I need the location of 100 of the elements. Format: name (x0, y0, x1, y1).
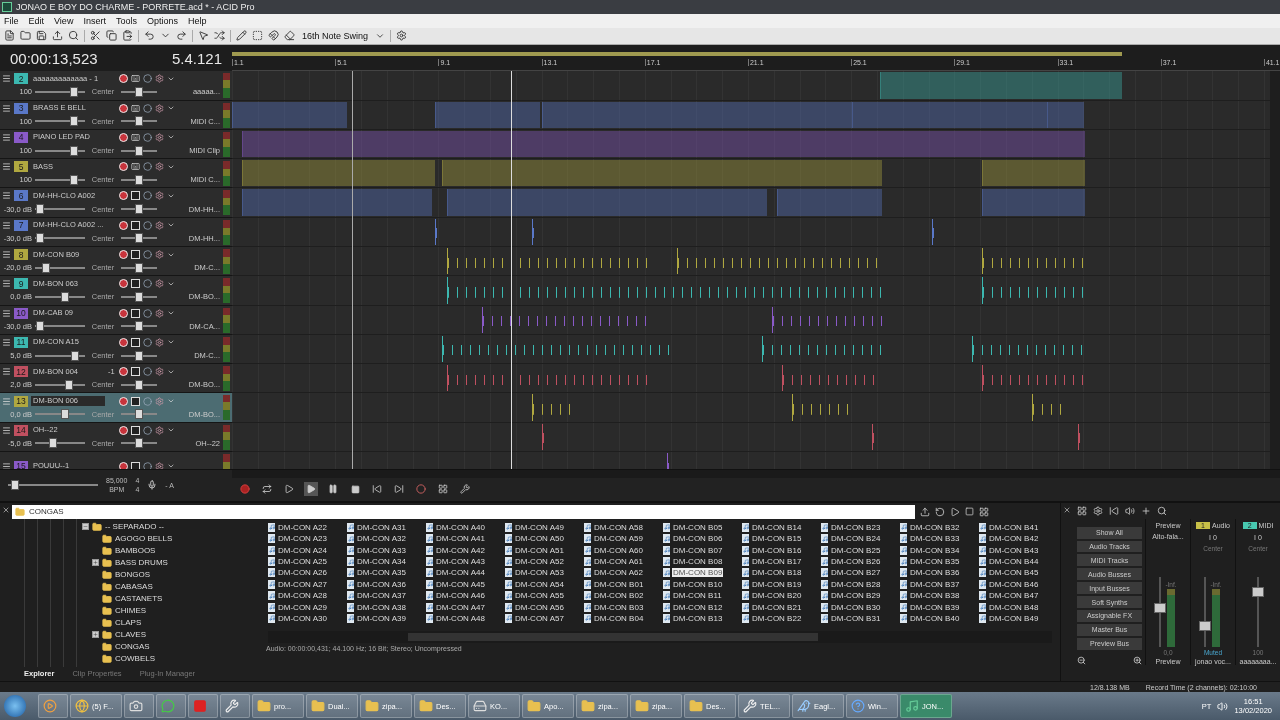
menu-icon[interactable] (2, 250, 11, 260)
loop-region[interactable] (232, 52, 1122, 57)
menu-icon[interactable] (2, 367, 11, 377)
sample-name[interactable]: DM-CON B37 (909, 579, 961, 589)
expander-icon[interactable] (92, 559, 99, 567)
audio-clip[interactable] (447, 277, 882, 304)
gear-icon[interactable] (155, 220, 164, 230)
sample-name[interactable]: DM-CON B05 (672, 522, 724, 532)
menu-item[interactable]: Options (146, 15, 178, 26)
audio-clip[interactable] (1032, 394, 1062, 421)
sample-name[interactable]: DM-CON A33 (356, 545, 407, 555)
solo-icon[interactable] (143, 250, 152, 260)
sample-name[interactable]: DM-CON A36 (356, 579, 407, 589)
volume-slider[interactable] (36, 321, 44, 332)
sample-name[interactable]: DM-CON B03 (593, 602, 645, 612)
tree-item[interactable]: AGOGO BELLS (115, 534, 173, 544)
undo-icon[interactable] (144, 30, 155, 42)
speaker-icon[interactable] (1125, 505, 1135, 516)
eraser-icon[interactable] (284, 30, 295, 42)
solo-icon[interactable] (143, 74, 152, 84)
mute-button[interactable] (131, 250, 140, 260)
volume-slider[interactable] (70, 174, 78, 185)
tool-button[interactable] (458, 482, 472, 497)
mute-button[interactable] (131, 191, 140, 201)
record-button[interactable] (119, 250, 128, 260)
sample-name[interactable]: DM-CON B18 (751, 568, 803, 578)
sample-name[interactable]: DM-CON B08 (672, 557, 724, 566)
sample-name[interactable]: DM-CON A43 (435, 557, 486, 566)
keyboard-icon[interactable] (131, 103, 140, 113)
pencil-icon[interactable] (236, 30, 247, 42)
sample-name[interactable]: DM-CON B45 (988, 568, 1040, 578)
pan-slider[interactable] (135, 145, 143, 156)
redo-icon[interactable] (176, 30, 187, 42)
sample-name[interactable]: DM-CON B34 (909, 545, 961, 555)
sample-name[interactable]: DM-CON A37 (356, 591, 407, 601)
pan-slider[interactable] (135, 350, 143, 361)
gear-icon[interactable] (155, 367, 164, 377)
mic-icon[interactable] (147, 480, 158, 491)
search-icon[interactable] (68, 30, 79, 42)
pan-slider[interactable] (135, 116, 143, 127)
sample-name[interactable]: DM-CON A35 (356, 568, 407, 578)
solo-icon[interactable] (143, 308, 152, 318)
audio-clip[interactable] (762, 335, 882, 363)
volume-slider[interactable] (70, 116, 78, 127)
mute-button[interactable] (131, 396, 140, 406)
gear-icon[interactable] (155, 74, 164, 84)
sample-name[interactable]: DM-CON A41 (435, 534, 486, 544)
menu-item[interactable]: Edit (28, 15, 45, 26)
gear-icon[interactable] (155, 337, 164, 347)
solo-icon[interactable] (143, 220, 152, 230)
pointer-icon[interactable] (198, 30, 209, 42)
sample-name[interactable]: DM-CON A22 (277, 522, 328, 532)
close-icon[interactable] (2, 505, 10, 514)
midi-clip[interactable] (442, 160, 882, 187)
gear-icon[interactable] (155, 191, 164, 201)
sample-name[interactable]: DM-CON A53 (514, 568, 565, 578)
sample-name[interactable]: DM-CON B12 (672, 602, 724, 612)
sample-name[interactable]: DM-CON B27 (830, 568, 882, 578)
sample-name[interactable]: DM-CON A58 (593, 522, 644, 532)
sample-name[interactable]: DM-CON B43 (988, 545, 1040, 555)
zoom-out-icon[interactable] (1077, 655, 1086, 665)
sample-name[interactable]: DM-CON A52 (514, 557, 565, 566)
sample-name[interactable]: DM-CON B09 (672, 568, 724, 578)
skip-icon[interactable] (1109, 505, 1119, 516)
gear-icon[interactable] (155, 103, 164, 113)
menu-icon[interactable] (2, 220, 11, 230)
tree-item[interactable]: CASTANETS (115, 594, 163, 604)
sample-name[interactable]: DM-CON B26 (830, 557, 882, 566)
pan-slider[interactable] (135, 321, 143, 332)
loop-button[interactable] (260, 482, 274, 497)
taskbar-button[interactable] (220, 694, 250, 719)
sample-name[interactable]: DM-CON A39 (356, 613, 407, 623)
sample-name[interactable]: DM-CON A48 (435, 613, 486, 623)
sample-name[interactable]: DM-CON A51 (514, 545, 565, 555)
sample-name[interactable]: DM-CON B10 (672, 579, 724, 589)
swing-dropdown[interactable]: 16th Note Swing (300, 30, 371, 41)
sample-name[interactable]: DM-CON A27 (277, 579, 328, 589)
record-button[interactable] (119, 337, 128, 347)
audio-clip[interactable] (982, 277, 1085, 304)
shuffle-icon[interactable] (214, 30, 225, 42)
solo-icon[interactable] (143, 367, 152, 377)
volume-slider[interactable] (70, 86, 78, 97)
mute-button[interactable] (131, 425, 140, 435)
copy-icon[interactable] (106, 30, 117, 42)
tree-item[interactable]: CHIMES (115, 606, 147, 616)
stop-button[interactable] (348, 482, 362, 497)
rate-slider[interactable] (11, 480, 20, 491)
pan-slider[interactable] (135, 86, 143, 97)
sample-name[interactable]: DM-CON B02 (593, 591, 645, 601)
pan-slider[interactable] (135, 233, 143, 244)
menu-icon[interactable] (2, 425, 11, 435)
record-button[interactable] (119, 162, 128, 172)
midi-clip[interactable] (880, 72, 1122, 99)
play-icon[interactable] (950, 506, 960, 517)
scissors-icon[interactable] (90, 30, 101, 42)
sample-name[interactable]: DM-CON B38 (909, 591, 961, 601)
sample-name[interactable]: DM-CON A42 (435, 545, 486, 555)
sample-name[interactable]: DM-CON A32 (356, 534, 407, 544)
sample-name[interactable]: DM-CON B01 (593, 579, 645, 589)
sample-name[interactable]: DM-CON B42 (988, 534, 1040, 544)
